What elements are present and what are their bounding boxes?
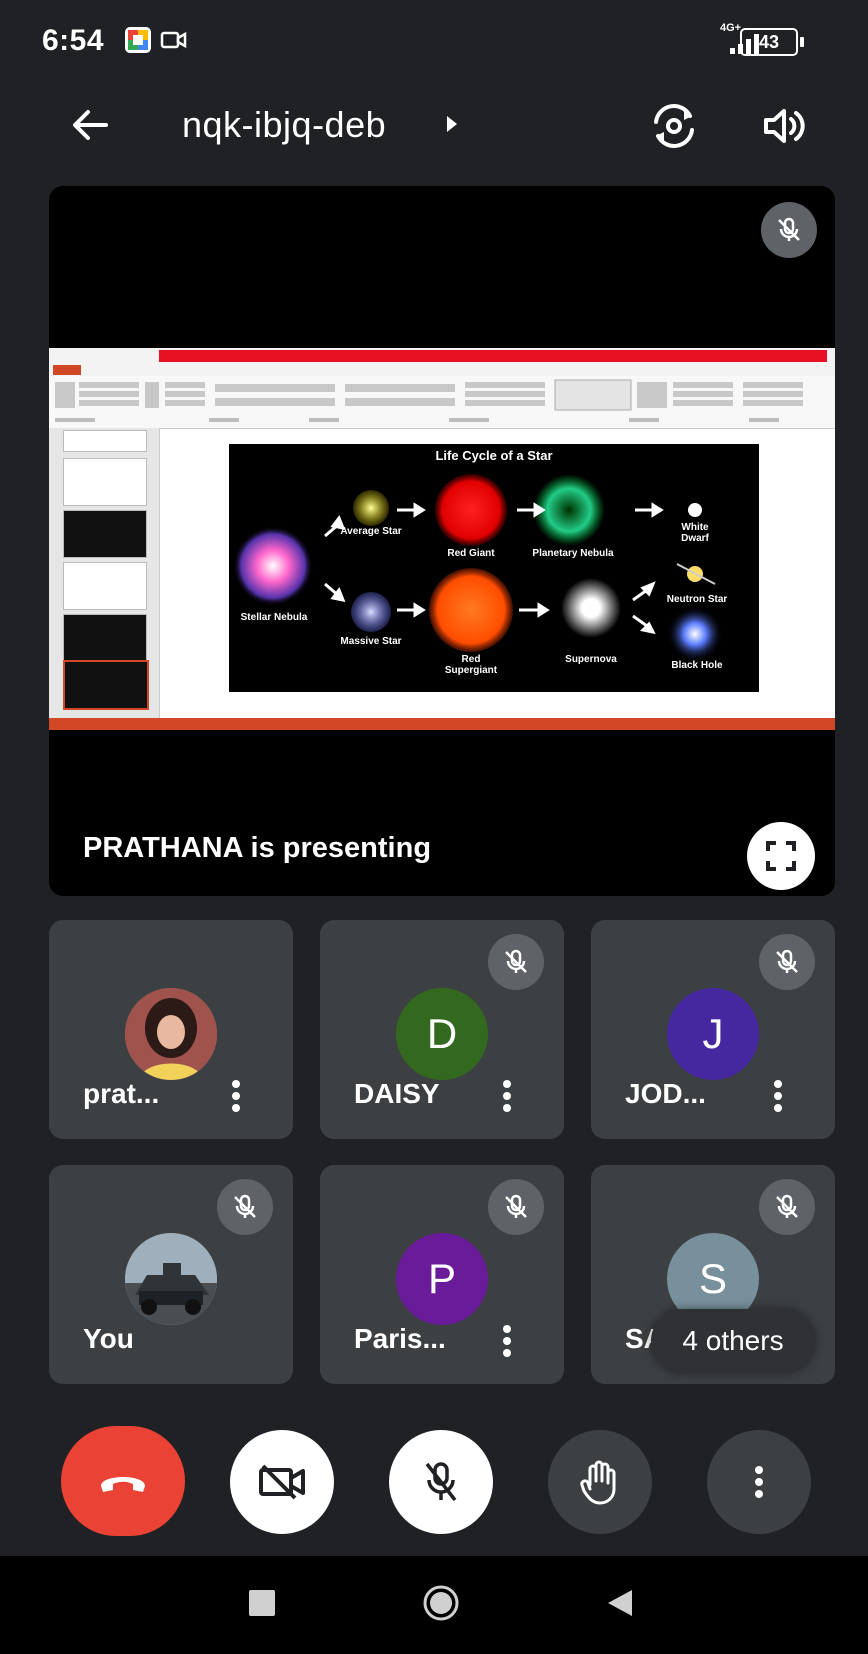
label-average-star: Average Star (340, 526, 402, 537)
ppt-statusbar (49, 718, 835, 730)
battery-level: 43 (758, 31, 780, 52)
participant-name: DAISY (354, 1078, 440, 1109)
presentation-tile[interactable]: Life Cycle of a Star Average Star Red Gi… (49, 186, 835, 896)
camera-toggle-button[interactable] (230, 1430, 334, 1534)
video-record-icon (160, 26, 188, 54)
ppt-slide-thumbnails (49, 428, 160, 718)
meet-app-icon (124, 26, 152, 54)
slide-thumbnail (63, 458, 147, 506)
more-options-button[interactable] (707, 1430, 811, 1534)
ppt-file-tab (53, 365, 81, 375)
label-black-hole: Black Hole (671, 660, 723, 671)
mic-off-icon (759, 1179, 815, 1235)
presenting-label: PRATHANA is presenting (83, 832, 432, 864)
mic-toggle-button[interactable] (389, 1430, 493, 1534)
status-time: 6:54 (42, 24, 105, 57)
others-count-badge[interactable]: 4 others (651, 1309, 815, 1373)
label-white-dwarf: White Dwarf (681, 522, 709, 544)
participant-tile[interactable]: D DAISY (320, 920, 564, 1139)
raise-hand-icon (580, 1460, 616, 1505)
slide-thumbnail-active (63, 660, 149, 710)
participant-tile[interactable]: S SATYE... 4 others (591, 1165, 835, 1384)
end-call-icon (101, 1477, 145, 1492)
label-red-supergiant: Red Supergiant (444, 654, 498, 676)
system-nav-bar (0, 1556, 868, 1654)
camera-off-icon (259, 1464, 305, 1500)
back-triangle-icon[interactable] (606, 1588, 634, 1618)
mic-off-icon (217, 1179, 273, 1235)
label-planetary-nebula: Planetary Nebula (532, 548, 614, 559)
mic-off-icon (759, 934, 815, 990)
status-bar: 6:54 4G+ 43 (0, 0, 868, 88)
caret-right-icon[interactable] (444, 112, 460, 136)
more-vert-icon (755, 1466, 763, 1498)
slide-thumbnail (63, 430, 147, 452)
participant-tile[interactable]: P Paris... (320, 1165, 564, 1384)
label-neutron-star: Neutron Star (666, 594, 728, 605)
slide-thumbnail (63, 562, 147, 610)
ppt-ribbon (49, 376, 835, 429)
mic-off-icon (488, 934, 544, 990)
mic-off-icon (761, 202, 817, 258)
avatar (125, 1233, 217, 1325)
participant-name: JOD... (625, 1078, 706, 1109)
avatar (125, 988, 217, 1080)
ppt-activation-bar (159, 350, 827, 362)
battery-indicator: 43 (740, 28, 804, 56)
fullscreen-button[interactable] (747, 822, 815, 890)
speaker-icon[interactable] (760, 102, 808, 150)
shared-screen: Life Cycle of a Star Average Star Red Gi… (49, 348, 835, 730)
label-massive-star: Massive Star (340, 636, 402, 647)
recents-icon[interactable] (249, 1590, 275, 1616)
slide-thumbnail (63, 510, 147, 558)
more-vert-icon[interactable] (769, 1076, 787, 1116)
mic-off-icon (425, 1462, 457, 1502)
participant-name: You (83, 1323, 134, 1354)
more-vert-icon[interactable] (498, 1321, 516, 1361)
fullscreen-icon (766, 841, 796, 871)
participant-name: Paris... (354, 1323, 446, 1354)
meeting-code[interactable]: nqk-ibjq-deb (182, 104, 386, 146)
label-red-giant: Red Giant (447, 548, 495, 559)
participant-tile[interactable]: prat... (49, 920, 293, 1139)
avatar: J (667, 988, 759, 1080)
end-call-button[interactable] (61, 1426, 185, 1536)
switch-camera-icon[interactable] (648, 100, 700, 152)
label-stellar-nebula: Stellar Nebula (240, 612, 308, 623)
participant-tile[interactable]: J JOD... (591, 920, 835, 1139)
raise-hand-button[interactable] (548, 1430, 652, 1534)
participant-tile-self[interactable]: You (49, 1165, 293, 1384)
slide-life-cycle: Life Cycle of a Star Average Star Red Gi… (229, 444, 759, 692)
more-vert-icon[interactable] (227, 1076, 245, 1116)
mic-off-icon (488, 1179, 544, 1235)
label-supernova: Supernova (565, 654, 617, 665)
more-vert-icon[interactable] (498, 1076, 516, 1116)
avatar: D (396, 988, 488, 1080)
slide-thumbnail (63, 614, 147, 662)
back-arrow-icon[interactable] (66, 100, 116, 150)
participant-name: prat... (83, 1078, 160, 1109)
avatar: P (396, 1233, 488, 1325)
home-icon[interactable] (422, 1584, 460, 1622)
network-type: 4G+ (720, 22, 742, 34)
